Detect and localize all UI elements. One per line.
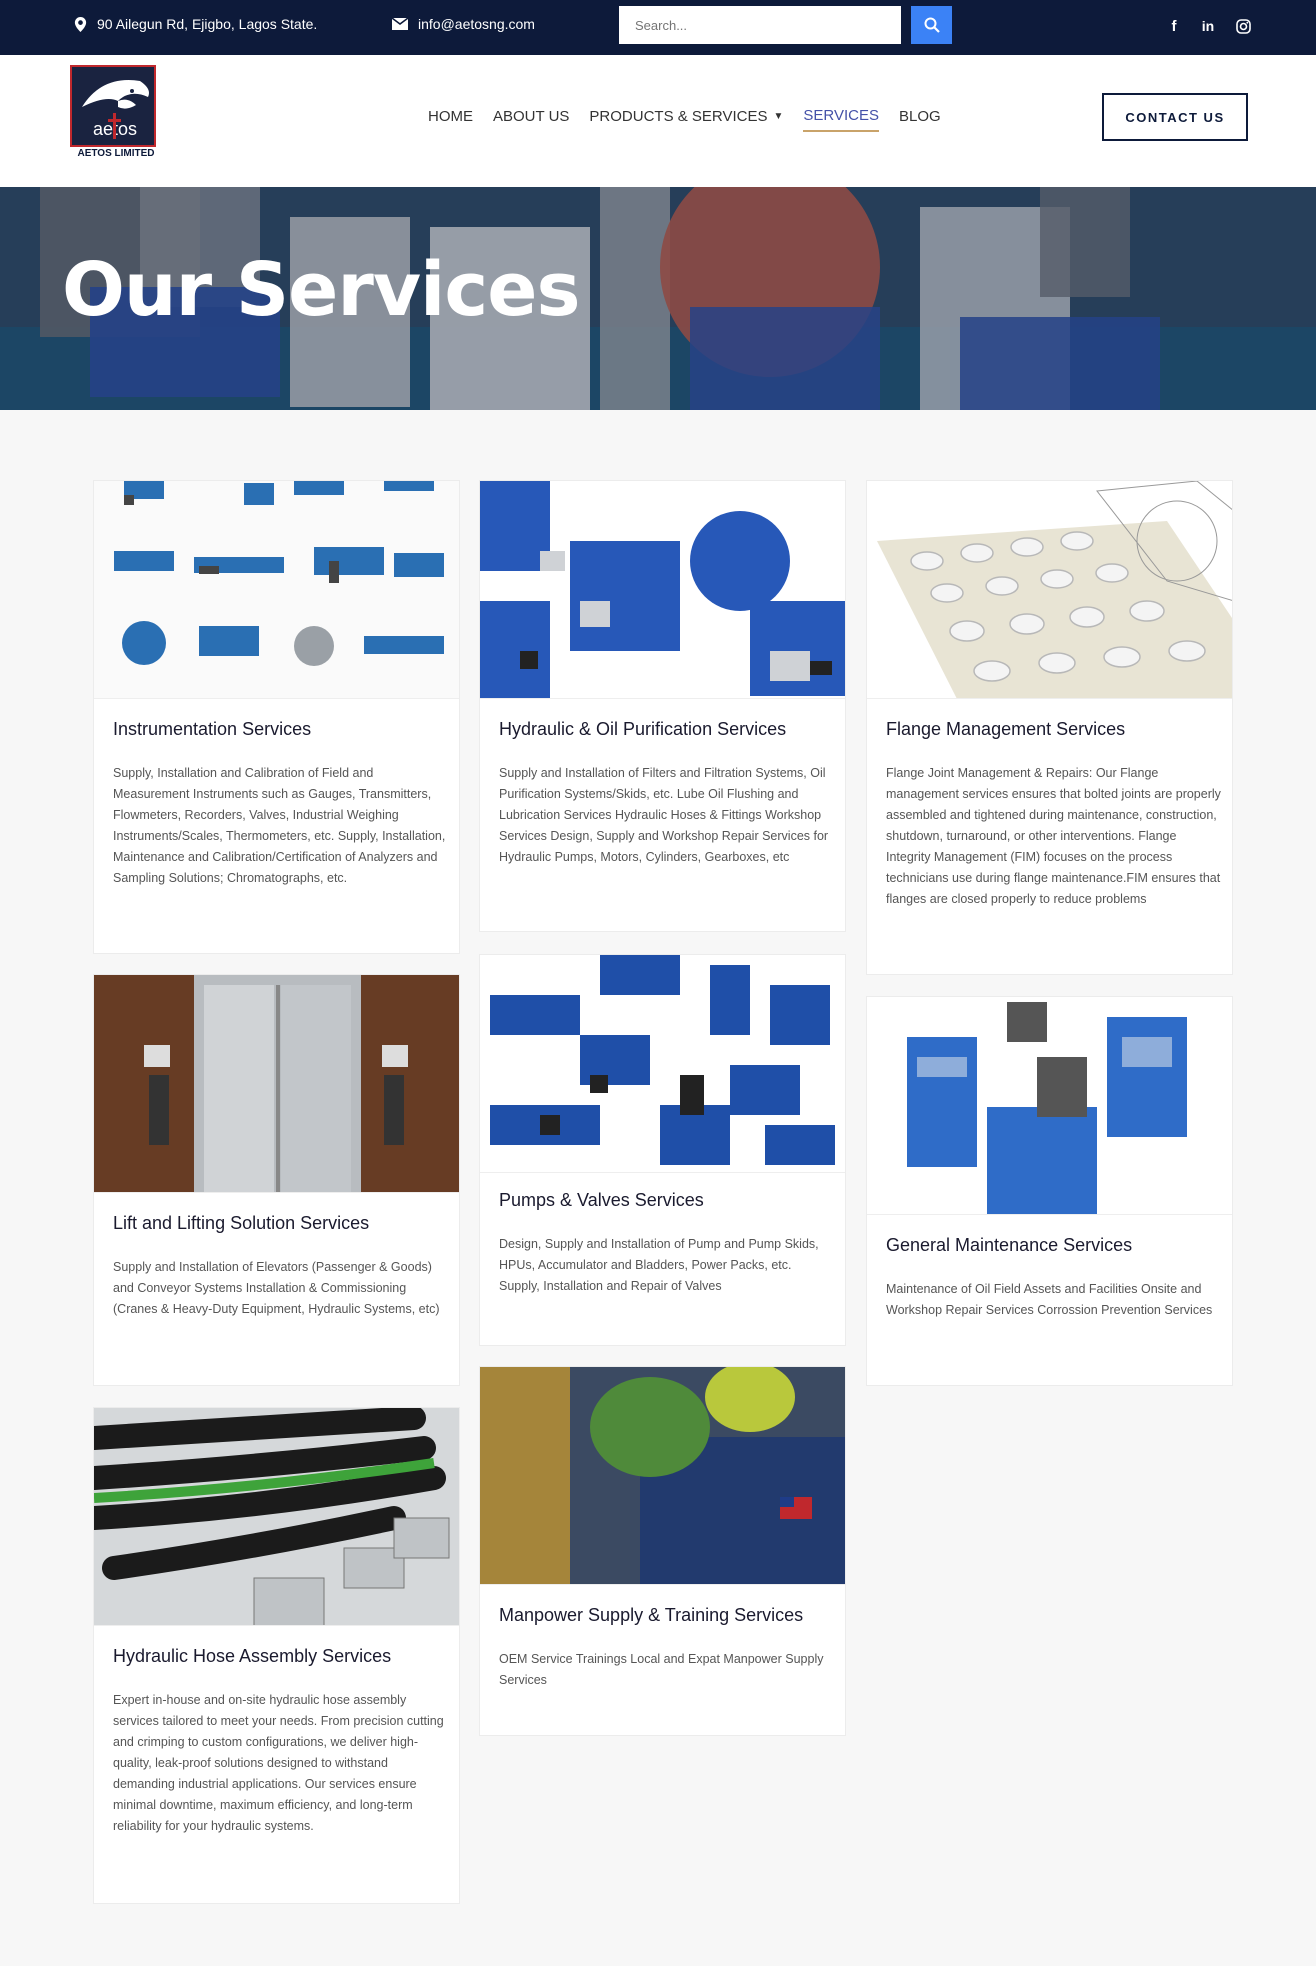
service-title: Instrumentation Services <box>113 719 312 739</box>
service-image <box>480 1367 845 1585</box>
service-description: Expert in-house and on-site hydraulic ho… <box>113 1693 444 1833</box>
service-title: Hydraulic Hose Assembly Services <box>113 1646 392 1666</box>
service-title: General Maintenance Services <box>886 1235 1133 1255</box>
service-description: Flange Joint Management & Repairs: Our F… <box>886 766 1221 906</box>
address-item: 90 Ailegun Rd, Ejigbo, Lagos State. <box>74 16 317 32</box>
caret-down-icon: ▼ <box>773 111 784 122</box>
service-title: Manpower Supply & Training Services <box>499 1605 804 1625</box>
site-header: aetos AETOS LIMITED HOME ABOUT US PRODUC… <box>0 55 1316 187</box>
facebook-icon[interactable]: f <box>1164 16 1184 36</box>
email-text[interactable]: info@aetosng.com <box>418 16 535 32</box>
service-image <box>480 481 845 699</box>
service-description: Design, Supply and Installation of Pump … <box>499 1237 819 1293</box>
linkedin-icon[interactable]: in <box>1198 16 1218 36</box>
service-title: Pumps & Valves Services <box>499 1190 704 1210</box>
service-description: Supply, Installation and Calibration of … <box>113 766 446 885</box>
location-pin-icon <box>74 16 87 32</box>
service-image <box>867 997 1232 1215</box>
page-title: Our Services <box>62 247 581 333</box>
hero-banner: Our Services <box>0 187 1316 410</box>
main-nav: HOME ABOUT US PRODUCTS & SERVICES ▼ SERVI… <box>428 107 941 132</box>
service-description: Supply and Installation of Elevators (Pa… <box>113 1260 440 1316</box>
email-item[interactable]: info@aetosng.com <box>392 16 535 32</box>
service-card[interactable]: Hydraulic Hose Assembly Services Expert … <box>93 1407 460 1904</box>
service-card[interactable]: Instrumentation Services Supply, Install… <box>93 480 460 954</box>
logo-text: AETOS LIMITED <box>77 148 155 159</box>
service-image <box>867 481 1232 699</box>
nav-home[interactable]: HOME <box>428 107 473 132</box>
service-image <box>480 955 845 1173</box>
service-title: Hydraulic & Oil Purification Services <box>499 719 787 739</box>
service-card[interactable]: General Maintenance Services Maintenance… <box>866 996 1233 1386</box>
service-title: Lift and Lifting Solution Services <box>113 1213 370 1233</box>
service-image <box>94 1408 459 1626</box>
search-button[interactable] <box>911 6 952 44</box>
nav-services[interactable]: SERVICES <box>803 107 880 132</box>
service-card[interactable]: Lift and Lifting Solution Services Suppl… <box>93 974 460 1386</box>
search-input[interactable] <box>619 6 901 44</box>
logo-emblem: aetos <box>70 65 156 147</box>
envelope-icon <box>392 18 408 30</box>
contact-us-button[interactable]: CONTACT US <box>1102 93 1248 141</box>
top-bar: 90 Ailegun Rd, Ejigbo, Lagos State. info… <box>0 0 1316 55</box>
address-text: 90 Ailegun Rd, Ejigbo, Lagos State. <box>97 16 318 32</box>
service-description: OEM Service Trainings Local and Expat Ma… <box>499 1652 824 1687</box>
service-description: Supply and Installation of Filters and F… <box>499 766 829 864</box>
nav-blog[interactable]: BLOG <box>899 107 941 132</box>
service-card[interactable]: Pumps & Valves Services Design, Supply a… <box>479 954 846 1346</box>
service-card[interactable]: Manpower Supply & Training Services OEM … <box>479 1366 846 1736</box>
search-icon <box>924 17 940 33</box>
nav-products-services[interactable]: PRODUCTS & SERVICES ▼ <box>589 107 783 132</box>
logo[interactable]: aetos AETOS LIMITED <box>70 65 162 171</box>
instagram-icon[interactable] <box>1233 16 1253 36</box>
service-image <box>94 975 459 1193</box>
service-image <box>94 481 459 699</box>
nav-about-us[interactable]: ABOUT US <box>493 107 569 132</box>
service-card[interactable]: Flange Management Services Flange Joint … <box>866 480 1233 975</box>
service-title: Flange Management Services <box>886 719 1126 739</box>
service-description: Maintenance of Oil Field Assets and Faci… <box>886 1282 1213 1317</box>
service-card[interactable]: Hydraulic & Oil Purification Services Su… <box>479 480 846 932</box>
